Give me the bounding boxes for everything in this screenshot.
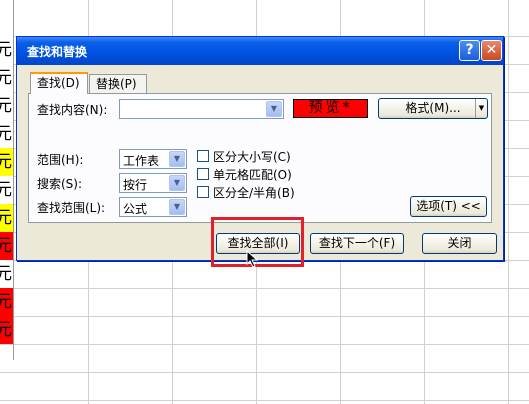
look-in-value: 公式 — [123, 202, 148, 216]
help-button[interactable]: ? — [459, 40, 480, 61]
match-byte-checkbox[interactable] — [197, 186, 209, 198]
match-cell-label[interactable]: 单元格匹配(O) — [213, 166, 292, 183]
grid-line — [0, 288, 529, 289]
grid-line — [0, 400, 529, 401]
find-what-label: 查找内容(N): — [37, 103, 108, 117]
close-icon[interactable]: ✕ — [481, 40, 502, 61]
within-select[interactable]: 工作表 ▼ — [119, 149, 187, 169]
cell-a[interactable]: 元 — [0, 316, 13, 344]
match-cell-checkbox[interactable] — [197, 168, 209, 180]
grid-line — [0, 344, 529, 345]
search-select[interactable]: 按行 ▼ — [119, 173, 187, 193]
format-preview: 预览* — [293, 99, 368, 118]
match-case-label[interactable]: 区分大小写(C) — [213, 148, 291, 165]
within-label: 范围(H): — [37, 153, 84, 167]
tab-find[interactable]: 查找(D) — [30, 72, 88, 94]
column-border — [13, 0, 14, 360]
cell-a[interactable]: 元 — [0, 36, 13, 64]
look-in-label: 查找范围(L): — [37, 201, 106, 215]
find-what-combo[interactable]: ▼ — [119, 99, 284, 119]
dialog-titlebar[interactable]: 查找和替换 ? ✕ — [17, 37, 503, 65]
cell-a[interactable]: 元 — [0, 260, 13, 288]
chevron-down-icon[interactable]: ▼ — [475, 99, 487, 118]
cell-a[interactable]: 元 — [0, 204, 13, 232]
options-button[interactable]: 选项(T) << — [410, 196, 487, 217]
cell-a[interactable]: 元 — [0, 176, 13, 204]
search-value: 按行 — [123, 178, 148, 192]
tab-replace[interactable]: 替换(P) — [89, 74, 147, 94]
find-next-button[interactable]: 查找下一个(F) — [310, 233, 404, 254]
cell-a[interactable]: 元 — [0, 288, 13, 316]
look-in-select[interactable]: 公式 ▼ — [119, 197, 187, 217]
cell-a[interactable]: 元 — [0, 120, 13, 148]
grid-line — [0, 316, 529, 317]
match-case-checkbox[interactable] — [197, 150, 209, 162]
close-button[interactable]: 关闭 — [422, 233, 497, 254]
grid-line — [0, 372, 529, 373]
chevron-down-icon[interactable]: ▼ — [169, 151, 185, 167]
chevron-down-icon[interactable]: ▼ — [169, 199, 185, 215]
chevron-down-icon[interactable]: ▼ — [169, 175, 185, 191]
chevron-down-icon[interactable]: ▼ — [266, 101, 282, 117]
cell-a[interactable]: 元 — [0, 64, 13, 92]
search-label: 搜索(S): — [37, 177, 83, 191]
mouse-cursor-icon — [246, 250, 259, 268]
match-byte-label[interactable]: 区分全/半角(B) — [213, 184, 295, 201]
format-button-label: 格式(M)... — [405, 101, 461, 115]
cell-a[interactable]: 元 — [0, 92, 13, 120]
within-value: 工作表 — [123, 154, 160, 168]
cell-a[interactable]: 元 — [0, 232, 13, 260]
dialog-title: 查找和替换 — [27, 45, 88, 59]
format-button[interactable]: 格式(M)... ▼ — [378, 98, 488, 119]
cell-a[interactable]: 元 — [0, 148, 13, 176]
